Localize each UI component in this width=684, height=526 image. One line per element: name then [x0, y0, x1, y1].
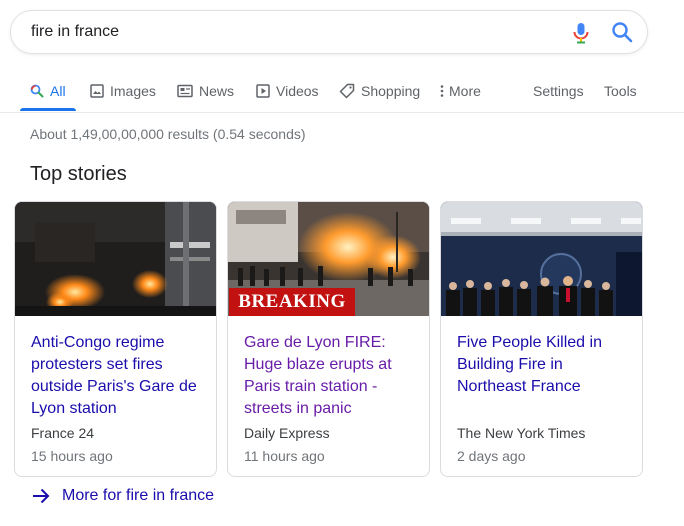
story-source: France 24: [31, 425, 95, 441]
story-time: 11 hours ago: [244, 448, 325, 464]
result-stats: About 1,49,00,00,000 results (0.54 secon…: [30, 126, 306, 142]
settings-link[interactable]: Settings: [533, 81, 584, 101]
more-stories-label: More for fire in france: [62, 487, 215, 504]
tab-news[interactable]: News: [177, 81, 234, 101]
tab-label: All: [50, 83, 66, 99]
tab-label: Videos: [276, 83, 319, 99]
story-source: The New York Times: [457, 425, 586, 441]
story-thumbnail: BREAKING: [228, 202, 429, 316]
story-source: Daily Express: [244, 425, 330, 441]
top-stories-heading: Top stories: [30, 163, 127, 185]
story-headline[interactable]: Five People Killed in Building Fire in N…: [457, 332, 632, 398]
story-card[interactable]: Anti-Congo regime protesters set fires o…: [14, 201, 217, 477]
search-input[interactable]: [31, 11, 531, 53]
news-icon: [177, 84, 193, 98]
tab-label: Shopping: [361, 83, 421, 99]
tab-more[interactable]: More: [440, 81, 481, 101]
story-card[interactable]: Five People Killed in Building Fire in N…: [440, 201, 643, 477]
tab-shopping[interactable]: Shopping: [339, 81, 420, 101]
more-stories-link[interactable]: More for fire in france: [32, 485, 214, 507]
story-headline[interactable]: Anti-Congo regime protesters set fires o…: [31, 332, 206, 420]
story-thumbnail: [15, 202, 216, 316]
tab-all[interactable]: All: [30, 81, 66, 101]
story-time: 2 days ago: [457, 448, 526, 464]
tab-label: More: [449, 83, 481, 99]
tools-link[interactable]: Tools: [604, 81, 637, 101]
active-tab-indicator: [20, 108, 76, 111]
search-bar[interactable]: [10, 10, 648, 54]
tab-label: Images: [110, 83, 156, 99]
story-headline[interactable]: Gare de Lyon FIRE: Huge blaze erupts at …: [244, 332, 419, 420]
more-vert-icon: [440, 85, 444, 97]
arrow-right-icon: [33, 488, 50, 504]
search-icon: [30, 84, 44, 98]
tab-label: News: [199, 83, 235, 99]
mic-icon[interactable]: [571, 22, 591, 44]
tab-videos[interactable]: Videos: [256, 81, 319, 101]
tab-images[interactable]: Images: [90, 81, 156, 101]
search-tabs: All Images News Videos Shopping More Set…: [0, 70, 684, 113]
story-card[interactable]: BREAKING Gare de Lyon FIRE: Huge blaze e…: [227, 201, 430, 477]
story-time: 15 hours ago: [31, 448, 113, 464]
tag-icon: [339, 83, 355, 99]
video-icon: [256, 84, 270, 98]
story-thumbnail: [441, 202, 642, 316]
search-icon[interactable]: [611, 21, 633, 43]
breaking-badge: BREAKING: [229, 288, 355, 316]
image-icon: [90, 84, 104, 98]
